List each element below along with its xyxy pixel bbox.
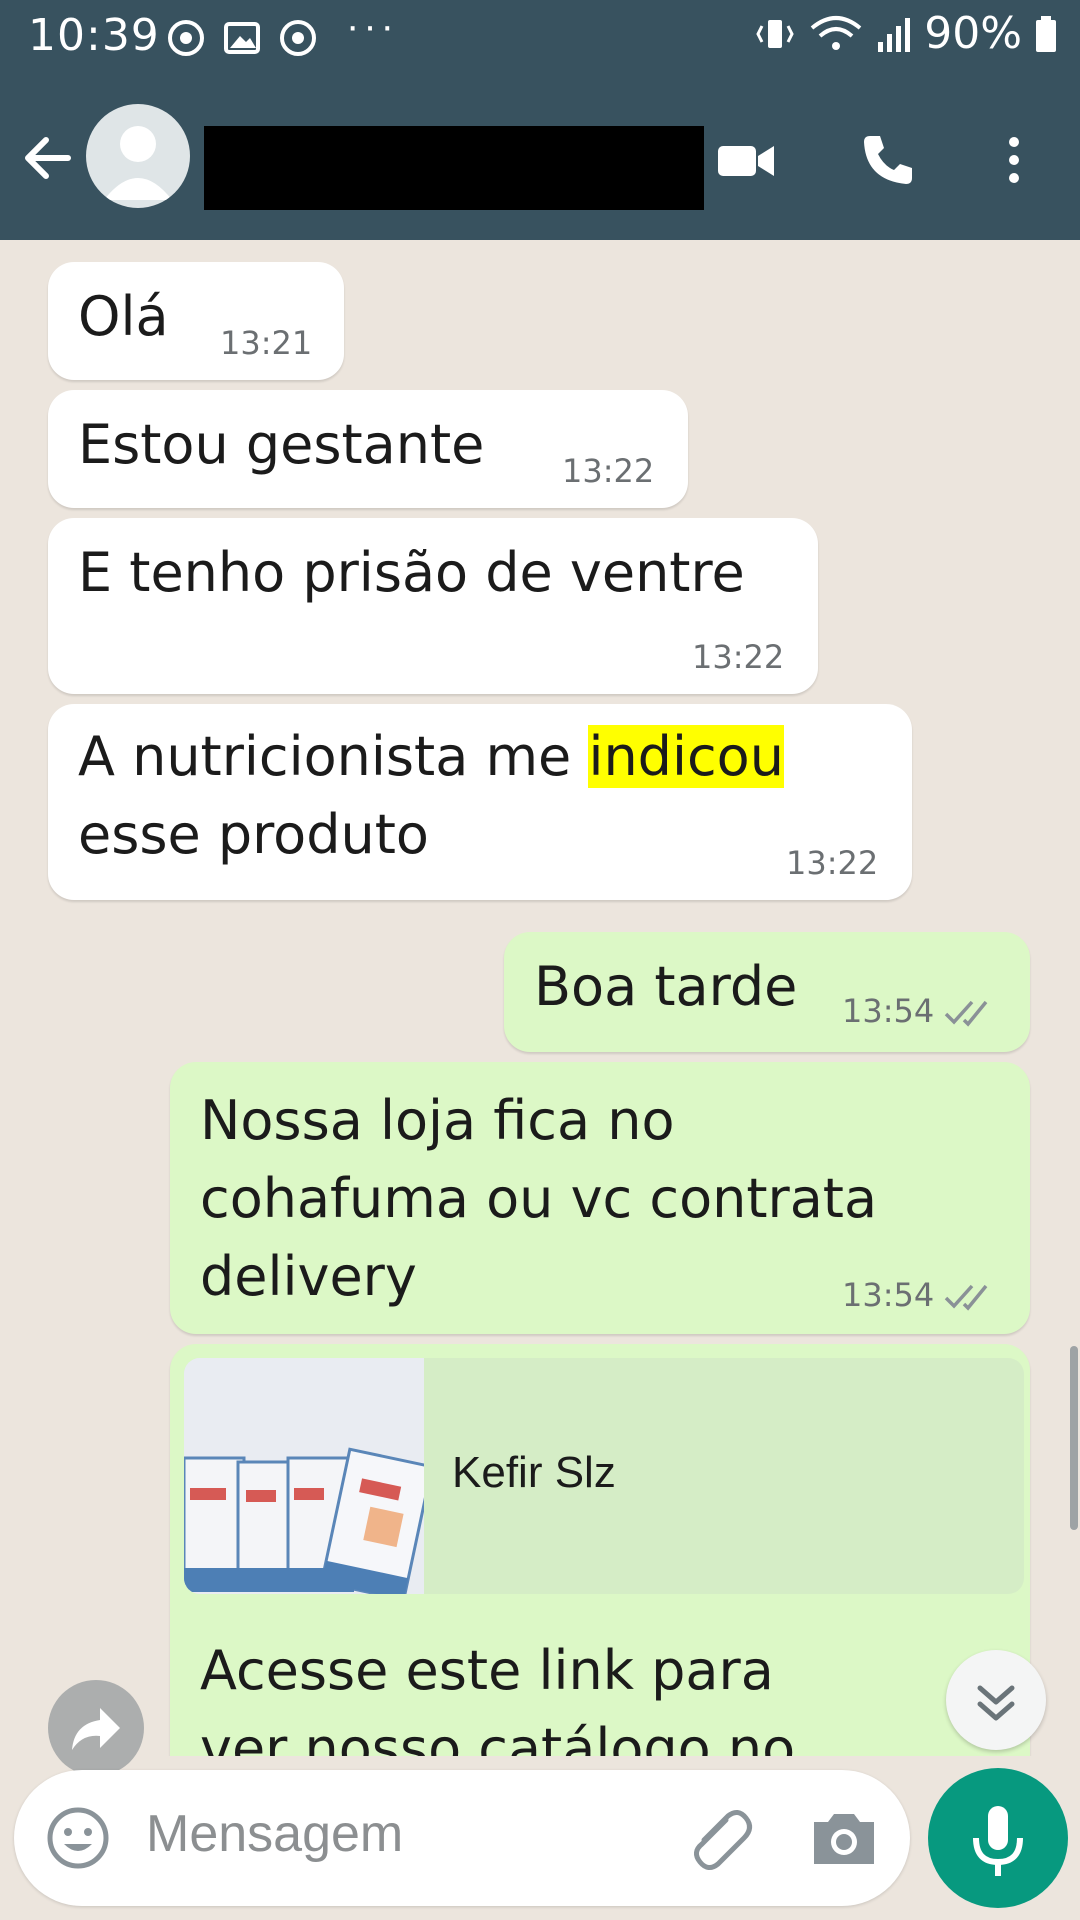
avatar[interactable]: [86, 104, 190, 208]
message-text-part: A nutricionista me: [78, 725, 589, 788]
microphone-icon: [973, 1806, 1023, 1876]
message-input-bar[interactable]: Mensagem: [14, 1770, 910, 1906]
chat-area[interactable]: Olá 13:21 Estou gestante 13:22 E tenho p…: [0, 240, 1080, 1756]
voice-record-button[interactable]: [928, 1768, 1068, 1908]
battery-percent: 90%: [924, 8, 1022, 59]
highlighted-word: indicou: [588, 725, 784, 788]
wifi-icon: [810, 15, 862, 50]
message-text: Estou gestante: [78, 413, 485, 476]
message-meta: 13:54: [842, 1276, 996, 1314]
paperclip-icon[interactable]: [684, 1800, 760, 1876]
more-vert-icon[interactable]: [982, 128, 1046, 192]
message-text: Olá: [78, 285, 169, 348]
back-arrow-icon[interactable]: [18, 128, 78, 188]
chat-header: [0, 76, 1080, 240]
signal-icon: [878, 17, 911, 52]
incoming-message[interactable]: Olá 13:21: [48, 262, 344, 380]
message-time: 13:54: [842, 1276, 935, 1314]
message-time: 13:21: [220, 324, 313, 362]
forward-button[interactable]: [48, 1680, 144, 1776]
message-time: 13:22: [562, 452, 655, 490]
incoming-message[interactable]: A nutricionista me indicou esse produto …: [48, 704, 912, 900]
message-text-line-1: Nossa loja fica no: [200, 1089, 675, 1152]
outgoing-message[interactable]: Boa tarde 13:54: [504, 932, 1030, 1052]
message-text-line-2: cohafuma ou vc contrata: [200, 1167, 878, 1230]
product-image: [184, 1358, 434, 1594]
message-text-line-1: Acesse este link para: [200, 1639, 774, 1702]
link-preview-thumbnail: [184, 1358, 434, 1594]
chrome-icon: [280, 20, 316, 56]
avatar-icon: [104, 126, 172, 200]
battery-icon: [1036, 15, 1056, 52]
double-chevron-down-icon: [977, 1685, 1015, 1721]
link-preview[interactable]: Kefir Slz: [184, 1358, 1024, 1594]
message-time: 13:22: [692, 638, 785, 676]
outgoing-message[interactable]: Kefir Slz Acesse este link para ver noss…: [170, 1344, 1030, 1756]
double-check-icon: [944, 1000, 988, 1027]
outgoing-message[interactable]: Nossa loja fica no cohafuma ou vc contra…: [170, 1062, 1030, 1334]
contact-name-redacted[interactable]: [204, 126, 704, 210]
message-text: E tenho prisão de ventre: [78, 541, 745, 604]
emoji-icon[interactable]: [44, 1804, 112, 1872]
scrollbar[interactable]: [1070, 1346, 1078, 1530]
phone-icon[interactable]: [856, 128, 920, 192]
double-check-icon: [944, 1284, 988, 1311]
message-input[interactable]: Mensagem: [146, 1804, 403, 1864]
message-time: 13:54: [842, 992, 935, 1030]
video-call-icon[interactable]: [714, 128, 778, 192]
message-time: 13:22: [786, 844, 879, 882]
incoming-message[interactable]: Estou gestante 13:22: [48, 390, 688, 508]
link-preview-title: Kefir Slz: [452, 1448, 616, 1497]
camera-icon[interactable]: [808, 1802, 880, 1874]
gallery-icon: [224, 22, 260, 54]
message-text-line-2: esse produto: [78, 803, 429, 866]
message-text: A nutricionista me indicou: [78, 718, 784, 796]
incoming-message[interactable]: E tenho prisão de ventre 13:22: [48, 518, 818, 694]
message-text: Boa tarde: [534, 955, 798, 1018]
forward-arrow-icon: [72, 1708, 120, 1750]
message-text-line-2: ver nosso catálogo no: [200, 1717, 796, 1756]
status-time: 10:39: [28, 10, 160, 61]
status-overflow: ···: [346, 4, 398, 48]
scroll-to-bottom-button[interactable]: [946, 1650, 1046, 1750]
message-meta: 13:54: [842, 992, 996, 1030]
vibrate-icon: [756, 19, 794, 48]
chrome-icon: [168, 20, 204, 56]
message-text-line-3: delivery: [200, 1245, 417, 1308]
status-bar: 10:39 ··· 90%: [0, 0, 1080, 76]
